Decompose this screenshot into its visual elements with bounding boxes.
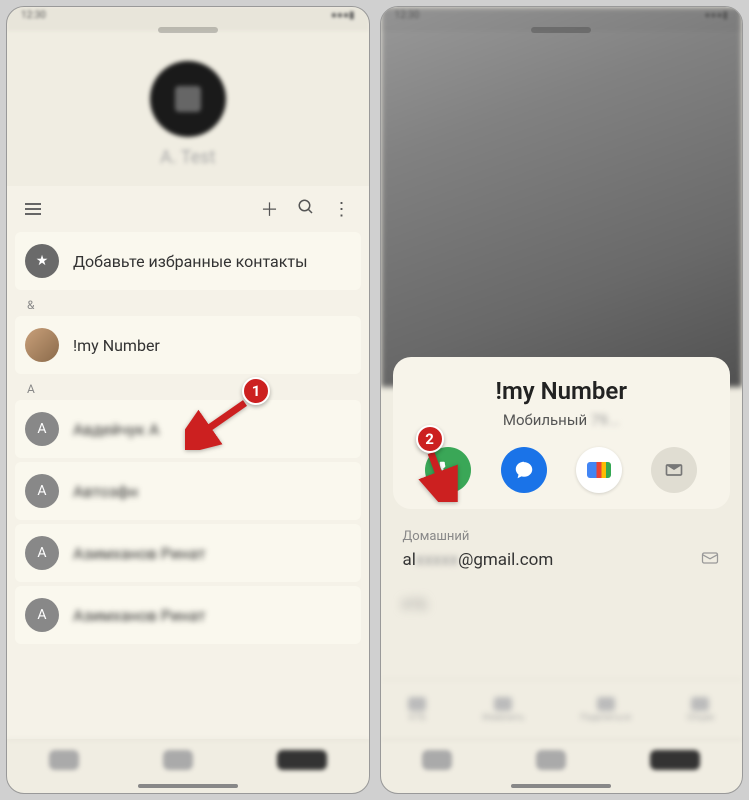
nav-tab-active[interactable] [650,750,700,770]
email-value[interactable]: alxxxxx@gmail.com [403,550,554,570]
annotation-arrow-2 [417,447,467,506]
contact-label: Азимханов Ринат [73,606,206,625]
bottom-tabs: КТБ Изменить Поделиться Опции [381,679,743,739]
star-icon: ★ [25,244,59,278]
contact-detail-screen: 12:30●●●▮ !my Number Мобильный 79... Дом… [380,6,744,794]
email-button[interactable] [651,447,697,493]
gesture-bar [381,779,743,793]
nav-bar [381,739,743,779]
contact-avatar: A [25,474,59,508]
message-button[interactable] [501,447,547,493]
more-icon[interactable]: ⋮ [333,199,351,220]
nav-bar [7,739,369,779]
contact-name: !my Number [411,377,713,405]
contact-photo [381,7,743,387]
contact-avatar: A [25,412,59,446]
search-icon[interactable] [297,198,315,221]
section-header: & [15,294,361,316]
toolbar: ＋ ⋮ [7,186,369,232]
phone-label: Мобильный [503,411,587,429]
contact-my-number[interactable]: !my Number [15,316,361,374]
tab-item[interactable]: Поделиться [580,697,631,723]
contact-avatar: A [25,598,59,632]
phone-number: 79... [591,411,620,429]
contacts-list-screen: 12:30●●●▮ A. Test ＋ ⋮ ★ Добавьте избранн… [6,6,370,794]
gesture-bar [7,779,369,793]
list-item[interactable]: A Азимханов Ринат [15,524,361,582]
add-icon[interactable]: ＋ [261,196,279,222]
profile-name: A. Test [7,147,369,168]
favorites-label: Добавьте избранные контакты [73,252,308,271]
nav-tab[interactable] [163,750,193,770]
menu-icon[interactable] [25,203,41,215]
contact-label: Авдейчук А [73,420,159,439]
email-section: Домашний alxxxxx@gmail.com [381,509,743,592]
tab-item[interactable]: Изменить [482,697,524,723]
contact-label: !my Number [73,336,160,355]
annotation-badge-2: 2 [416,425,444,453]
email-label: Домашний [403,529,721,544]
annotation-badge-1: 1 [242,377,270,405]
mail-icon[interactable] [700,548,720,572]
contact-phone: Мобильный 79... [411,411,713,429]
tab-item[interactable]: Опции [687,697,714,723]
list-item[interactable]: A Азимханов Ринат [15,586,361,644]
duo-icon [587,462,611,478]
profile-avatar[interactable] [150,61,226,137]
nav-tab-active[interactable] [277,750,327,770]
profile-header: A. Test [7,31,369,186]
contact-avatar [25,328,59,362]
status-bar: 12:30●●●▮ [7,7,369,31]
tab-item[interactable]: КТБ [408,697,426,723]
nav-tab[interactable] [536,750,566,770]
nav-tab[interactable] [49,750,79,770]
video-call-button[interactable] [576,447,622,493]
contact-label: Автозфн [73,482,138,501]
contact-avatar: A [25,536,59,570]
contacts-list[interactable]: ★ Добавьте избранные контакты & !my Numb… [7,232,369,739]
list-item[interactable]: A Автозфн [15,462,361,520]
nav-tab[interactable] [422,750,452,770]
status-bar: 12:30●●●▮ [381,7,743,31]
contact-label: Азимханов Ринат [73,544,206,563]
spacer: КТБ [381,592,743,679]
favorites-row[interactable]: ★ Добавьте избранные контакты [15,232,361,290]
annotation-arrow-1 [185,395,255,454]
